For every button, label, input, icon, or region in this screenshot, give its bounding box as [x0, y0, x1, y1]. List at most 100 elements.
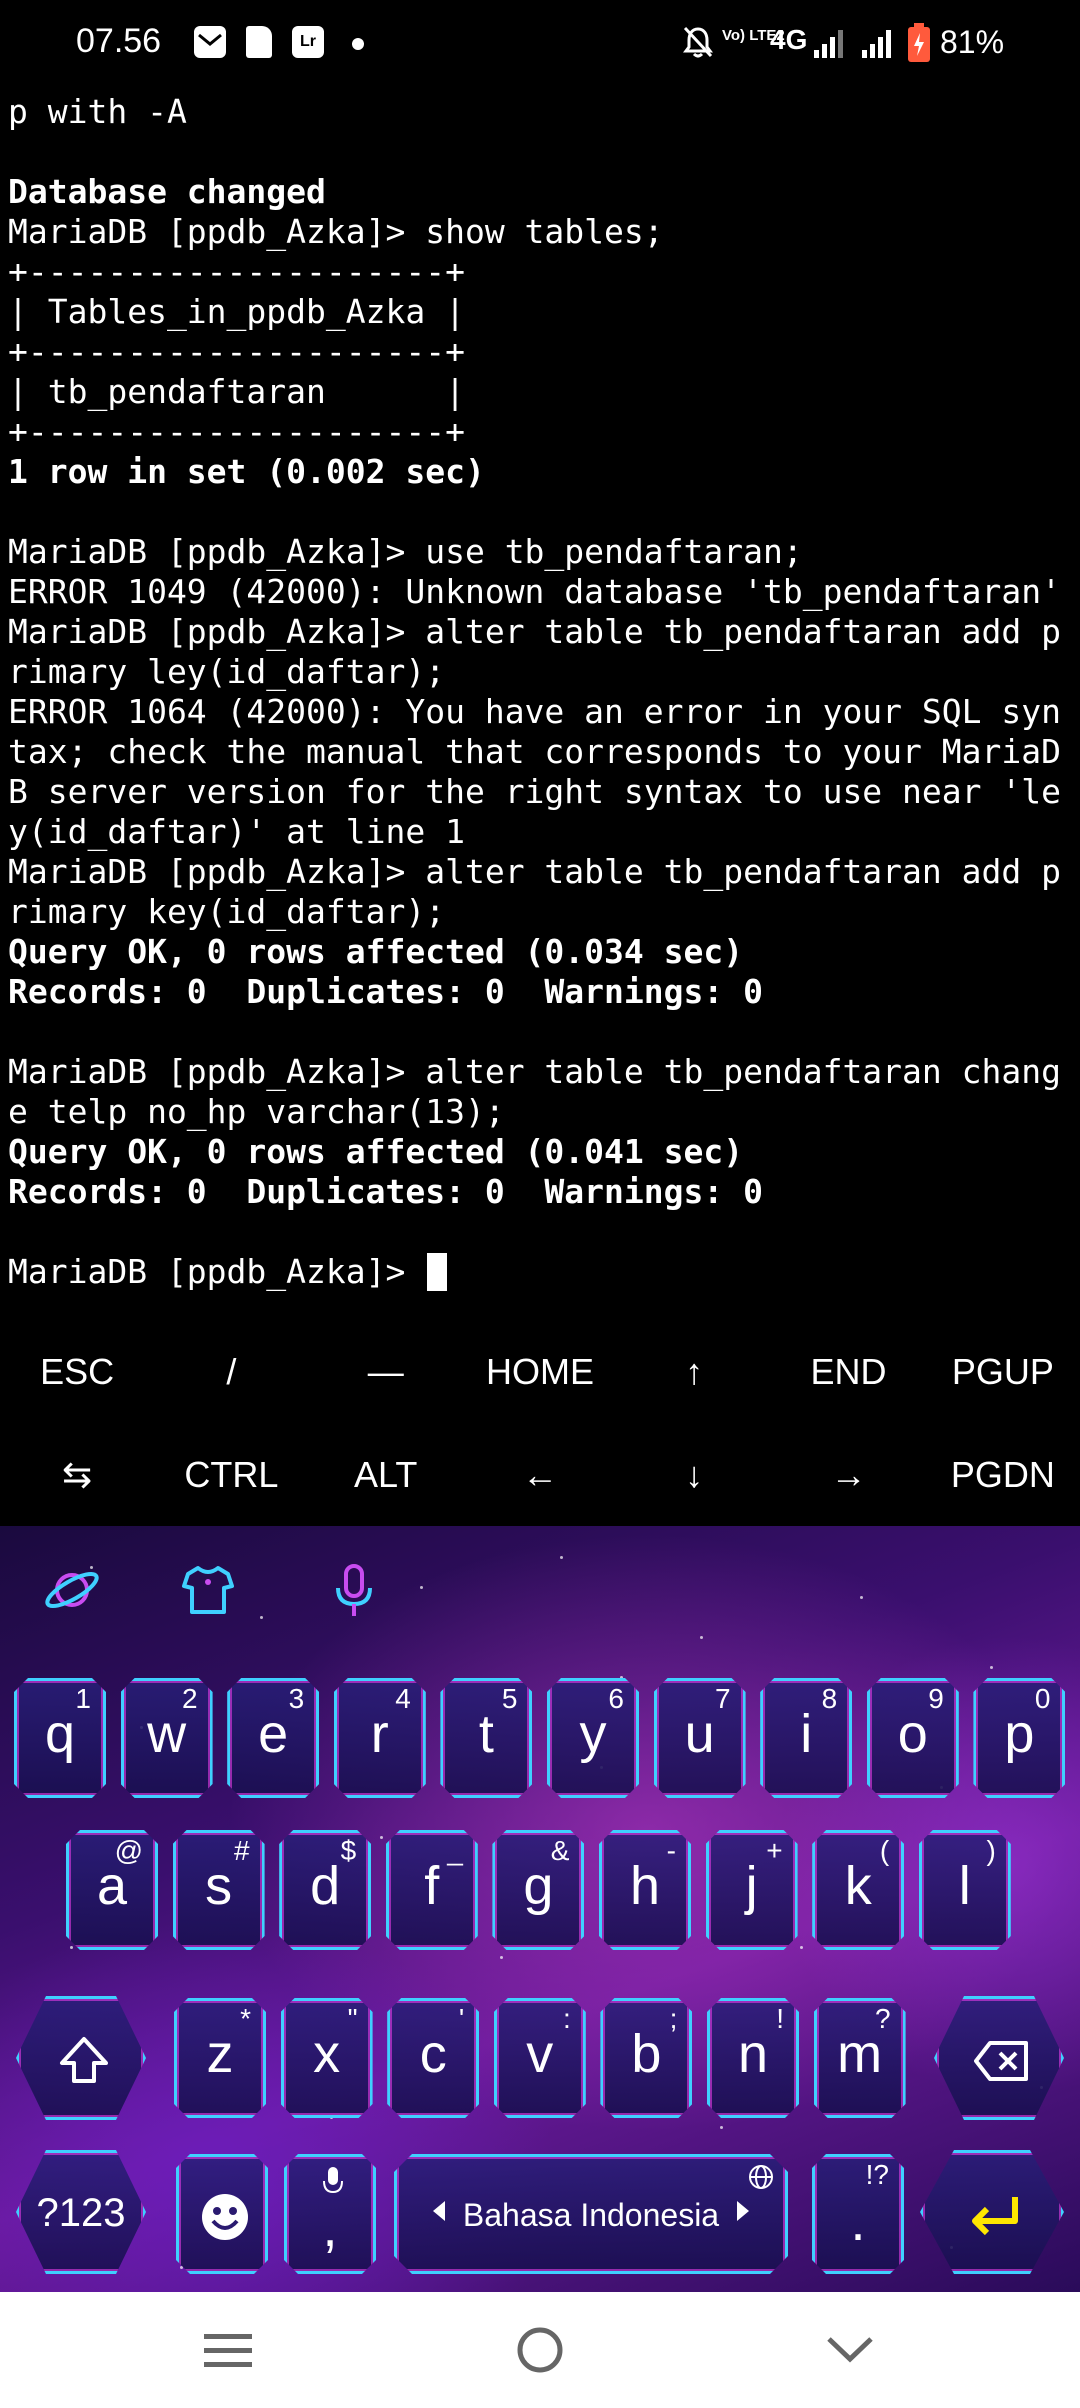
extra-keys-bar: ESC / — HOME ↑ END PGUP ⇆ CTRL ALT ← ↓ → PGDN [0, 1320, 1080, 1526]
terminal-prompt: MariaDB [ppdb_Azka]> [8, 1252, 426, 1291]
key-u[interactable]: 7u [653, 1678, 746, 1798]
key-z[interactable]: * z [174, 1998, 266, 2118]
key-h[interactable]: -h [599, 1830, 691, 1950]
extra-keys-row-1: ESC / — HOME ↑ END PGUP [0, 1320, 1080, 1423]
terminal-output[interactable]: p with -A Database changed MariaDB [ppdb_A… [8, 92, 1072, 1306]
soft-keyboard: 1 q 2 w 3 e 4 r 5 t 6 y 7 u 8 i 9 o 0 p @ a # s $ d _ f & g - h + j(k) l * z… [0, 1526, 1080, 2292]
enter-key[interactable] [920, 2150, 1064, 2274]
voice-hint-icon [323, 2167, 343, 2194]
key-label: w [147, 1704, 187, 1764]
terminal-line: Records: 0 Duplicates: 0 Warnings: 0 [8, 972, 763, 1011]
extra-key[interactable]: → [771, 1423, 925, 1526]
key-x[interactable]: " x [280, 1998, 373, 2118]
space-bar[interactable]: Bahasa Indonesia [394, 2154, 788, 2274]
extra-key[interactable]: PGDN [926, 1423, 1080, 1526]
signal-icon [814, 30, 843, 58]
terminal-prompt-line[interactable]: MariaDB [ppdb_Azka]> [8, 1252, 1072, 1292]
emoji-key[interactable] [176, 2154, 268, 2274]
shift-key[interactable] [16, 1996, 146, 2120]
key-a[interactable]: @ a [66, 1830, 158, 1950]
terminal-line: MariaDB [ppdb_Azka]> show tables; [8, 212, 664, 251]
battery-percent: 81% [940, 24, 1005, 60]
key-r[interactable]: 4r [333, 1678, 426, 1798]
shirt-icon[interactable] [176, 1558, 240, 1622]
extra-key[interactable]: HOME [463, 1320, 617, 1423]
extra-key[interactable]: / [154, 1320, 308, 1423]
key-k[interactable]: (k [812, 1830, 905, 1950]
space-language-label: Bahasa Indonesia [462, 2197, 720, 2233]
key-y[interactable]: 6y [547, 1678, 639, 1798]
emoji-icon [202, 2194, 248, 2240]
terminal-line: MariaDB [ppdb_Azka]> alter table tb_pend… [8, 1052, 1061, 1091]
extra-key[interactable]: ← [463, 1423, 617, 1526]
key-j[interactable]: + j [705, 1830, 798, 1950]
key-n[interactable]: ! n [707, 1998, 799, 2118]
terminal-line: MariaDB [ppdb_Azka]> alter table tb_pend… [8, 852, 1061, 891]
status-bar: 07.56 Lr Vo) LTE2 4G 81% [0, 0, 1080, 90]
key-l[interactable]: ) l [918, 1830, 1011, 1950]
key-label: t [478, 1704, 494, 1764]
key-label: a [96, 1856, 128, 1916]
key-d[interactable]: $ d [279, 1830, 372, 1950]
terminal-line: rimary key(id_daftar); [8, 892, 446, 931]
terminal-line: p with -A [8, 92, 187, 131]
enter-icon [972, 2197, 1018, 2236]
planet-icon[interactable] [40, 1558, 104, 1622]
key-label: v [526, 2024, 554, 2084]
key-p[interactable]: 0p [973, 1678, 1066, 1798]
key-label: j [745, 1856, 758, 1916]
terminal-line: e telp no_hp varchar(13); [8, 1092, 505, 1131]
backspace-key[interactable] [934, 1996, 1064, 2120]
key-t[interactable]: 5t [440, 1678, 533, 1798]
extra-key[interactable]: ↓ [617, 1423, 771, 1526]
globe-icon [749, 2165, 773, 2189]
terminal-line: Records: 0 Duplicates: 0 Warnings: 0 [8, 1172, 763, 1211]
notification-dot [352, 38, 364, 50]
key-label: c [419, 2024, 447, 2084]
period-key[interactable]: !? . [812, 2154, 904, 2274]
key-g[interactable]: & g [492, 1830, 585, 1950]
extra-key[interactable]: END [771, 1320, 925, 1423]
home-icon[interactable] [480, 2292, 600, 2408]
key-f[interactable]: _ f [385, 1830, 478, 1950]
key-v[interactable]: :v [493, 1998, 586, 2118]
key-label: p [1004, 1704, 1035, 1764]
terminal-line: y(id_daftar)' at line 1 [8, 812, 465, 851]
key-m[interactable]: ? m [813, 1998, 906, 2118]
terminal-line: tax; check the manual that corresponds t… [8, 732, 1061, 771]
key-q[interactable]: 1q [14, 1678, 106, 1798]
key-label: y [579, 1704, 607, 1764]
microphone-icon[interactable] [322, 1558, 386, 1622]
terminal-cursor [427, 1253, 448, 1291]
key-o[interactable]: 9o [866, 1678, 959, 1798]
shift-icon [60, 2037, 108, 2083]
menu-icon[interactable] [168, 2292, 288, 2408]
key-s[interactable]: # s [172, 1830, 265, 1950]
symbols-key[interactable]: ?123 [16, 2150, 146, 2274]
extra-key[interactable]: ESC [0, 1320, 154, 1423]
navigation-bar [0, 2292, 1080, 2408]
extra-key[interactable]: PGUP [926, 1320, 1080, 1423]
back-icon[interactable] [790, 2292, 910, 2408]
key-c[interactable]: ' c [387, 1998, 480, 2118]
terminal-line: ERROR 1064 (42000): You have an error in… [8, 692, 1061, 731]
key-label: b [631, 2024, 662, 2084]
key-w[interactable]: 2w [120, 1678, 213, 1798]
extra-key[interactable]: ⇆ [0, 1423, 154, 1526]
key-label: u [684, 1704, 715, 1764]
key-b[interactable]: ; b [600, 1998, 693, 2118]
key-label: e [258, 1704, 289, 1764]
backspace-icon [974, 2041, 1028, 2081]
extra-key[interactable]: ALT [309, 1423, 463, 1526]
extra-key[interactable]: — [309, 1320, 463, 1423]
key-i[interactable]: 8i [760, 1678, 853, 1798]
extra-key[interactable]: ↑ [617, 1320, 771, 1423]
sd-card-icon [246, 26, 272, 58]
comma-key[interactable]: , [284, 2154, 376, 2274]
key-label: g [523, 1856, 554, 1916]
extra-key[interactable]: CTRL [154, 1423, 308, 1526]
terminal-line: Query OK, 0 rows affected (0.041 sec) [8, 1132, 744, 1171]
key-label: f [424, 1856, 440, 1916]
key-e[interactable]: 3e [227, 1678, 320, 1798]
